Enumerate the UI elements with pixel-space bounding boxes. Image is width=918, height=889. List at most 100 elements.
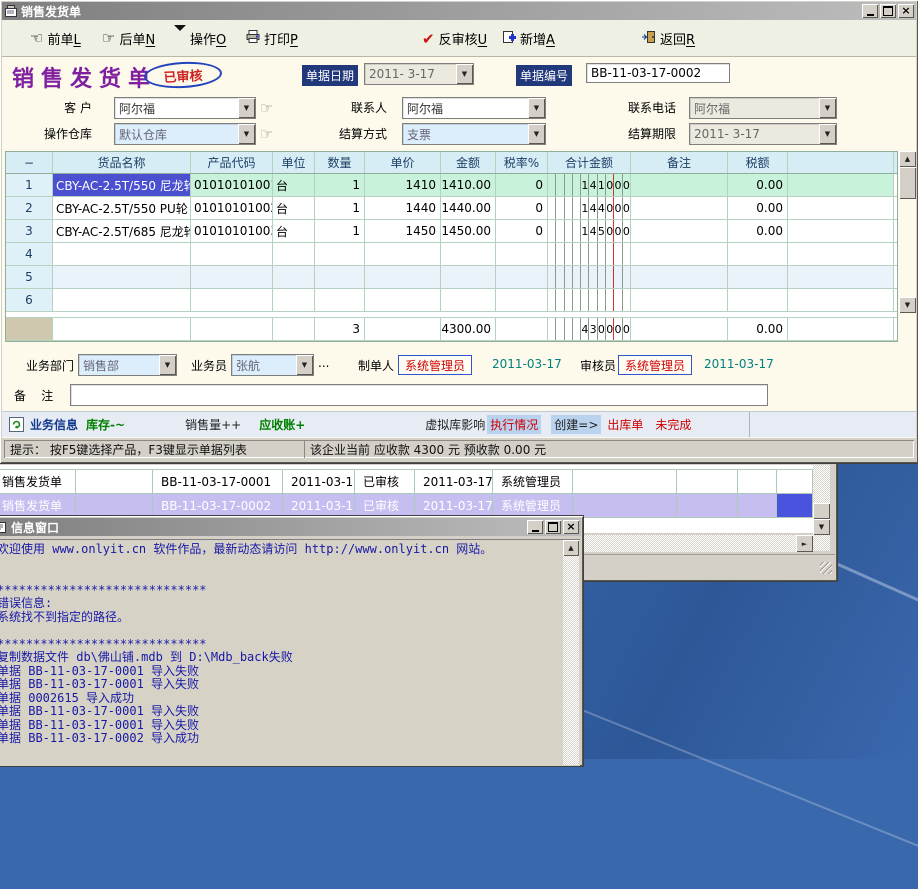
list-cell[interactable] [738, 494, 777, 517]
item-unit[interactable] [273, 266, 315, 288]
item-name[interactable]: CBY-AC-2.5T/550 PU轮 [53, 197, 191, 219]
item-tax[interactable]: 0.00 [728, 197, 788, 219]
table-vertical-scrollbar[interactable]: ▲ ▼ [899, 151, 916, 313]
list-cell[interactable] [677, 494, 738, 517]
item-tax[interactable]: 0.00 [728, 174, 788, 196]
item-amount[interactable] [441, 266, 496, 288]
picker-hand-icon[interactable]: ☞ [260, 125, 273, 143]
cell[interactable] [496, 318, 548, 340]
minimize-button[interactable] [527, 520, 543, 534]
item-remark[interactable] [631, 243, 728, 265]
settle-term-combo[interactable]: 2011- 3-17▼ [689, 123, 837, 145]
chevron-down-icon[interactable]: ▼ [159, 355, 176, 375]
item-qty[interactable] [315, 289, 365, 311]
filler[interactable] [788, 174, 894, 196]
chevron-down-icon[interactable]: ▼ [238, 124, 255, 144]
list-cell[interactable] [677, 470, 738, 493]
list-cell[interactable] [777, 494, 813, 517]
item-name[interactable]: CBY-AC-2.5T/550 尼龙轮 [53, 174, 191, 196]
item-code[interactable]: 01010101001 [191, 174, 273, 196]
item-tax[interactable]: 0.00 [728, 220, 788, 242]
filler[interactable] [788, 243, 894, 265]
list-cell[interactable] [76, 470, 153, 493]
scroll-thumb[interactable] [899, 167, 916, 199]
item-price[interactable]: 1450 [365, 220, 441, 242]
chevron-down-icon[interactable]: ▼ [456, 64, 473, 84]
clerk-combo[interactable]: 张航 ▼ [231, 354, 314, 376]
chevron-down-icon[interactable]: ▼ [528, 124, 545, 144]
item-total-ledger[interactable] [548, 289, 631, 311]
toolbar-button-r[interactable]: 返回R [642, 29, 695, 48]
item-remark[interactable] [631, 174, 728, 196]
total-qty[interactable]: 3 [315, 318, 365, 340]
more-button[interactable]: ... [318, 353, 334, 373]
item-code[interactable]: 01010101003 [191, 220, 273, 242]
row-number[interactable]: 1 [6, 174, 53, 196]
item-amount[interactable] [441, 289, 496, 311]
list-cell[interactable] [738, 470, 777, 493]
item-taxrate[interactable] [496, 266, 548, 288]
item-price[interactable] [365, 243, 441, 265]
item-unit[interactable] [273, 289, 315, 311]
filler[interactable] [788, 289, 894, 311]
item-qty[interactable]: 1 [315, 197, 365, 219]
list-cell[interactable]: 系统管理员 [493, 494, 573, 517]
item-unit[interactable]: 台 [273, 174, 315, 196]
row-number[interactable]: 3 [6, 220, 53, 242]
list-cell[interactable] [573, 470, 677, 493]
item-code[interactable] [191, 289, 273, 311]
list-cell[interactable]: 2011-03-17 [283, 494, 355, 517]
item-taxrate[interactable]: 0 [496, 197, 548, 219]
item-amount[interactable]: 1440.00 [441, 197, 496, 219]
item-unit[interactable] [273, 243, 315, 265]
doc-date-combo[interactable]: 2011- 3-17 ▼ [364, 63, 474, 85]
item-price[interactable]: 1410 [365, 174, 441, 196]
toolbar-button-l[interactable]: ☜前单L [30, 29, 81, 48]
item-qty[interactable] [315, 243, 365, 265]
cell[interactable] [273, 318, 315, 340]
item-remark[interactable] [631, 289, 728, 311]
item-total-ledger[interactable]: 141000 [548, 174, 631, 196]
info-vertical-scrollbar[interactable]: ▲ [563, 540, 579, 765]
toolbar-button-u[interactable]: ✔反审核U [422, 29, 487, 48]
item-taxrate[interactable]: 0 [496, 220, 548, 242]
list-cell[interactable]: 系统管理员 [493, 470, 573, 493]
total-tax[interactable]: 0.00 [728, 318, 788, 340]
item-qty[interactable] [315, 266, 365, 288]
list-cell[interactable]: 销售发货单 [0, 494, 76, 517]
warehouse-combo[interactable]: 默认仓库▼ [114, 123, 256, 145]
item-name[interactable] [53, 289, 191, 311]
contact-combo[interactable]: 阿尔福▼ [402, 97, 546, 119]
item-taxrate[interactable] [496, 243, 548, 265]
maximize-button[interactable] [545, 520, 561, 534]
scroll-track[interactable] [563, 540, 579, 765]
picker-hand-icon[interactable]: ☞ [260, 99, 273, 117]
maximize-button[interactable] [880, 4, 896, 18]
cell[interactable] [631, 318, 728, 340]
item-price[interactable] [365, 289, 441, 311]
item-amount[interactable] [441, 243, 496, 265]
item-amount[interactable]: 1450.00 [441, 220, 496, 242]
item-amount[interactable]: 1410.00 [441, 174, 496, 196]
item-qty[interactable]: 1 [315, 174, 365, 196]
cell[interactable] [191, 318, 273, 340]
chevron-down-icon[interactable]: ▼ [819, 98, 836, 118]
total-ledger[interactable]: 430000 [548, 318, 631, 340]
item-tax[interactable] [728, 243, 788, 265]
item-taxrate[interactable]: 0 [496, 174, 548, 196]
item-total-ledger[interactable] [548, 266, 631, 288]
row-number[interactable]: 6 [6, 289, 53, 311]
doc-no-input[interactable]: BB-11-03-17-0002 [586, 63, 730, 83]
list-cell[interactable]: 已审核 [355, 494, 415, 517]
list-vertical-scrollbar[interactable]: ▼ [813, 465, 830, 551]
toolbar-button-p[interactable]: 打印P [246, 29, 298, 48]
item-qty[interactable]: 1 [315, 220, 365, 242]
item-unit[interactable]: 台 [273, 220, 315, 242]
close-button[interactable]: × [898, 4, 914, 18]
item-tax[interactable] [728, 266, 788, 288]
resize-grip-icon[interactable] [820, 562, 832, 574]
dept-combo[interactable]: 销售部 ▼ [78, 354, 177, 376]
chevron-down-icon[interactable]: ▼ [296, 355, 313, 375]
item-price[interactable] [365, 266, 441, 288]
chevron-down-icon[interactable]: ▼ [528, 98, 545, 118]
